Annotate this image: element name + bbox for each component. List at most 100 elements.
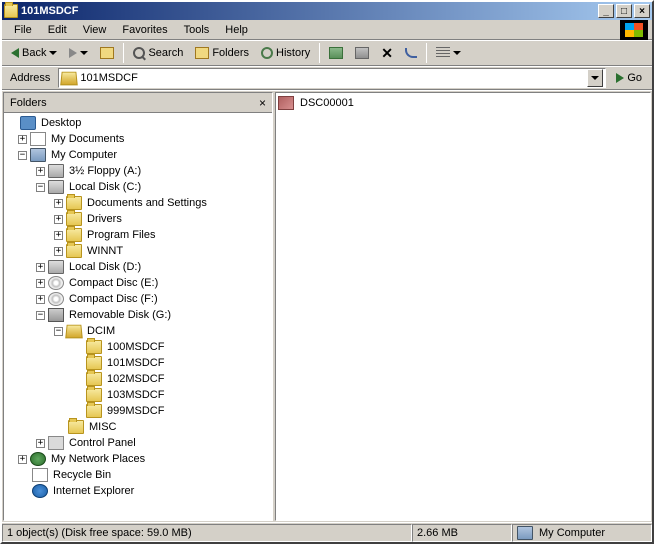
- status-size: 2.66 MB: [412, 524, 512, 542]
- tree-networkplaces[interactable]: +My Network Places: [4, 451, 272, 467]
- menu-view[interactable]: View: [75, 22, 115, 38]
- tree-cdf[interactable]: +Compact Disc (F:): [4, 291, 272, 307]
- collapse-button[interactable]: −: [36, 183, 45, 192]
- expand-button[interactable]: +: [54, 231, 63, 240]
- back-label: Back: [22, 47, 46, 59]
- tree-103msdcf[interactable]: 103MSDCF: [4, 387, 272, 403]
- computer-icon: [517, 526, 533, 540]
- tree-programfiles[interactable]: +Program Files: [4, 227, 272, 243]
- menu-edit[interactable]: Edit: [40, 22, 75, 38]
- address-dropdown[interactable]: [587, 69, 603, 87]
- expand-button[interactable]: +: [54, 215, 63, 224]
- folders-close-button[interactable]: ×: [259, 96, 266, 110]
- tree-controlpanel[interactable]: +Control Panel: [4, 435, 272, 451]
- tree-cdrive[interactable]: −Local Disk (C:): [4, 179, 272, 195]
- history-icon: [261, 47, 273, 59]
- drive-icon: [48, 180, 64, 194]
- image-file-icon: [278, 96, 294, 110]
- expand-button[interactable]: +: [36, 167, 45, 176]
- expand-button[interactable]: +: [36, 439, 45, 448]
- search-icon: [133, 47, 145, 59]
- computer-icon: [30, 148, 46, 162]
- menu-file[interactable]: File: [6, 22, 40, 38]
- disconnect-button[interactable]: [350, 42, 374, 64]
- tree-removable[interactable]: −Removable Disk (G:): [4, 307, 272, 323]
- search-label: Search: [148, 47, 183, 59]
- expand-button[interactable]: +: [18, 455, 27, 464]
- expand-button[interactable]: +: [36, 279, 45, 288]
- tree-desktop[interactable]: Desktop: [4, 115, 272, 131]
- folders-label: Folders: [212, 47, 249, 59]
- tree-misc[interactable]: MISC: [4, 419, 272, 435]
- window-icon: [4, 4, 18, 18]
- tree-drivers[interactable]: +Drivers: [4, 211, 272, 227]
- cd-icon: [48, 276, 64, 290]
- go-button[interactable]: Go: [610, 68, 648, 88]
- disconnect-icon: [355, 47, 369, 59]
- tree-recyclebin[interactable]: Recycle Bin: [4, 467, 272, 483]
- statusbar: 1 object(s) (Disk free space: 59.0 MB) 2…: [2, 522, 652, 542]
- chevron-down-icon: [591, 76, 599, 80]
- window-title: 101MSDCF: [21, 5, 78, 17]
- search-button[interactable]: Search: [128, 42, 188, 64]
- forward-icon: [69, 48, 77, 58]
- go-label: Go: [627, 72, 642, 84]
- expand-button[interactable]: +: [54, 247, 63, 256]
- content-panel[interactable]: DSC00001: [275, 92, 651, 521]
- folders-icon: [195, 47, 209, 59]
- collapse-button[interactable]: −: [36, 311, 45, 320]
- expand-button[interactable]: +: [18, 135, 27, 144]
- tree-docsettings[interactable]: +Documents and Settings: [4, 195, 272, 211]
- tree-101msdcf[interactable]: 101MSDCF: [4, 355, 272, 371]
- status-location: My Computer: [512, 524, 652, 542]
- folders-button[interactable]: Folders: [190, 42, 254, 64]
- history-button[interactable]: History: [256, 42, 315, 64]
- menu-tools[interactable]: Tools: [176, 22, 218, 38]
- tree-100msdcf[interactable]: 100MSDCF: [4, 339, 272, 355]
- expand-button[interactable]: +: [36, 295, 45, 304]
- menu-favorites[interactable]: Favorites: [114, 22, 175, 38]
- expand-button[interactable]: +: [36, 263, 45, 272]
- undo-icon: [405, 48, 417, 58]
- file-item[interactable]: DSC00001: [278, 95, 648, 111]
- tree-999msdcf[interactable]: 999MSDCF: [4, 403, 272, 419]
- address-bar: Address 101MSDCF Go: [2, 66, 652, 90]
- address-value: 101MSDCF: [80, 72, 137, 84]
- views-icon: [436, 47, 450, 59]
- maximize-button[interactable]: □: [616, 4, 632, 18]
- up-icon: [100, 47, 114, 59]
- documents-icon: [30, 132, 46, 146]
- delete-button[interactable]: ✕: [376, 42, 398, 64]
- close-button[interactable]: ×: [634, 4, 650, 18]
- folder-icon: [68, 420, 84, 434]
- address-input[interactable]: 101MSDCF: [58, 68, 606, 88]
- tree-dcim[interactable]: −DCIM: [4, 323, 272, 339]
- explorer-window: 101MSDCF _ □ × File Edit View Favorites …: [0, 0, 654, 544]
- folder-icon: [86, 372, 102, 386]
- toolbar: Back Search Folders History ✕: [2, 40, 652, 66]
- menu-help[interactable]: Help: [217, 22, 256, 38]
- forward-dropdown-icon: [80, 51, 88, 55]
- tree-mycomputer[interactable]: −My Computer: [4, 147, 272, 163]
- tree-mydocuments[interactable]: +My Documents: [4, 131, 272, 147]
- forward-button[interactable]: [64, 42, 93, 64]
- minimize-button[interactable]: _: [598, 4, 614, 18]
- tree-102msdcf[interactable]: 102MSDCF: [4, 371, 272, 387]
- tree-cde[interactable]: +Compact Disc (E:): [4, 275, 272, 291]
- collapse-button[interactable]: −: [18, 151, 27, 160]
- back-button[interactable]: Back: [6, 42, 62, 64]
- views-dropdown-icon: [453, 51, 461, 55]
- delete-icon: ✕: [381, 45, 393, 62]
- tree-ie[interactable]: Internet Explorer: [4, 483, 272, 499]
- up-button[interactable]: [95, 42, 119, 64]
- views-button[interactable]: [431, 42, 466, 64]
- collapse-button[interactable]: −: [54, 327, 63, 336]
- titlebar[interactable]: 101MSDCF _ □ ×: [2, 2, 652, 20]
- expand-button[interactable]: +: [54, 199, 63, 208]
- undo-button[interactable]: [400, 42, 422, 64]
- tree-winnt[interactable]: +WINNT: [4, 243, 272, 259]
- map-drive-button[interactable]: [324, 42, 348, 64]
- tree-floppy[interactable]: +3½ Floppy (A:): [4, 163, 272, 179]
- folder-tree[interactable]: Desktop +My Documents −My Computer +3½ F…: [4, 113, 272, 520]
- tree-ddrive[interactable]: +Local Disk (D:): [4, 259, 272, 275]
